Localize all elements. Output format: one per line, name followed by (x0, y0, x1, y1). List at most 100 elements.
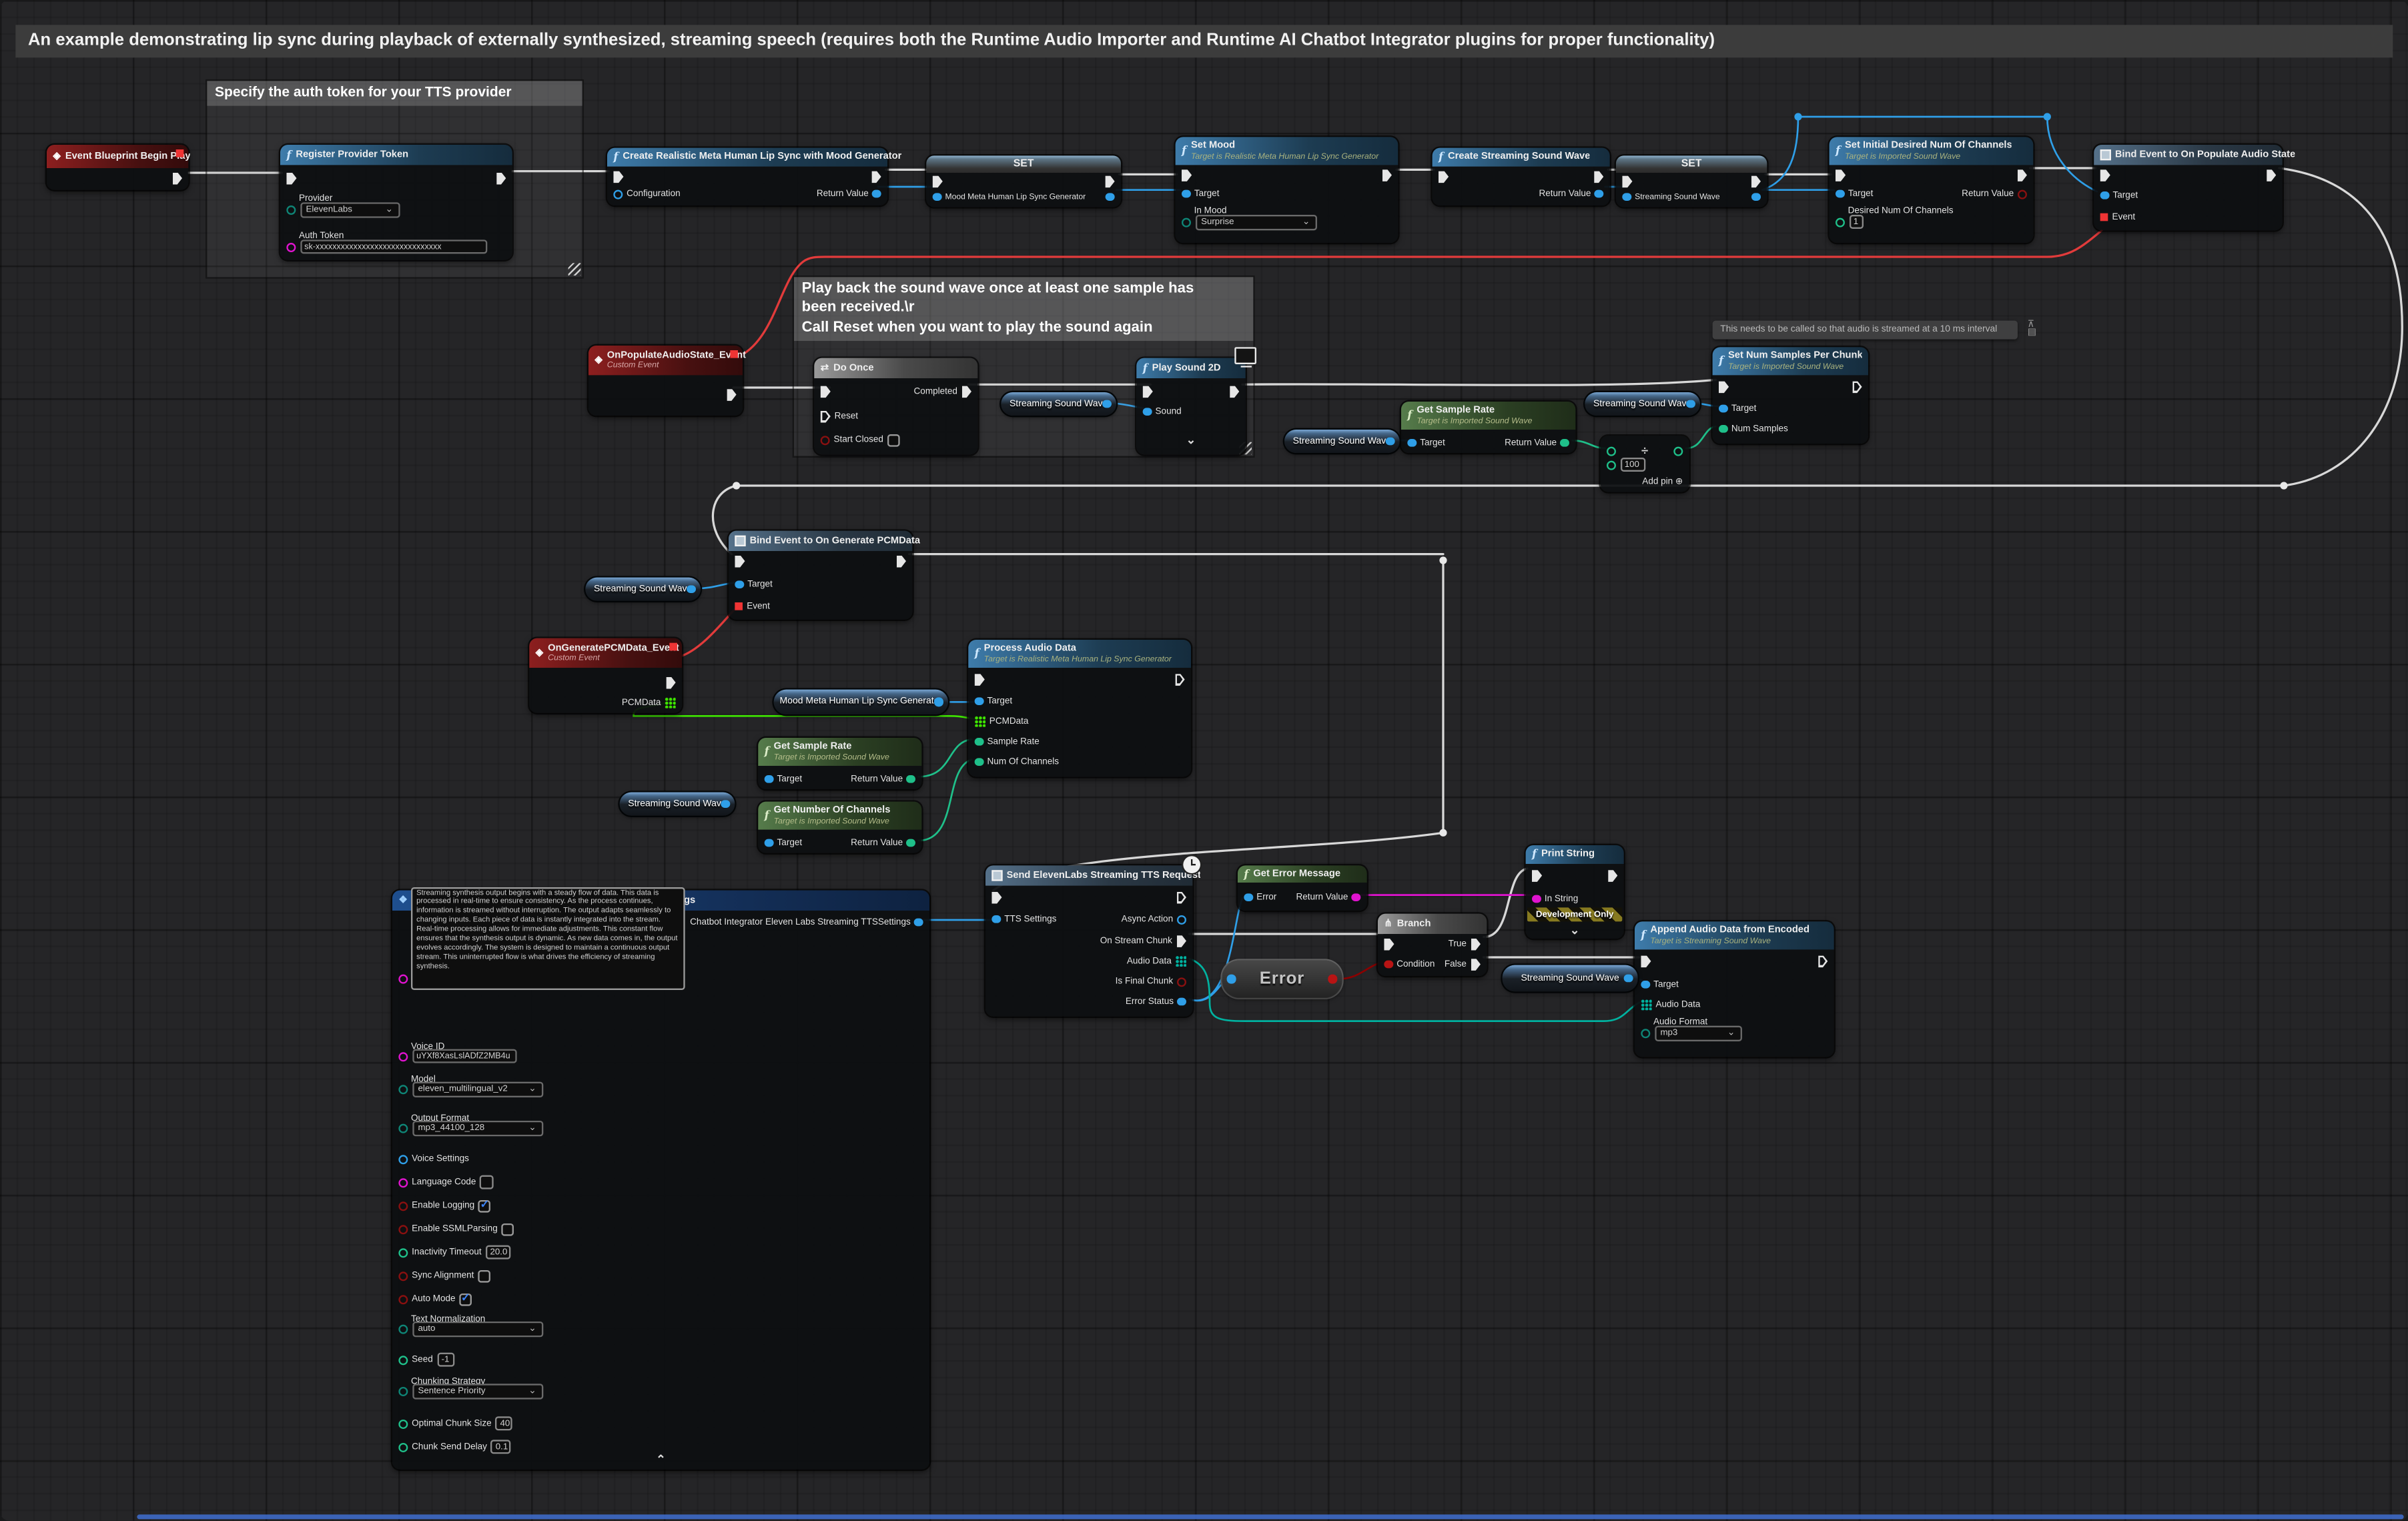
pin-objF[interactable] (1143, 408, 1152, 416)
pill-ssw-f[interactable]: Streaming Sound Wave (1503, 965, 1638, 992)
pin-execF[interactable] (1439, 170, 1449, 183)
pin-boolH[interactable] (398, 1201, 408, 1210)
expand-collapse-chevron[interactable]: ⌄ (1136, 436, 1245, 445)
pin-boolF[interactable] (1328, 975, 1337, 983)
pin-objF[interactable] (1386, 437, 1395, 446)
pin-execF[interactable] (1593, 170, 1603, 183)
node-header[interactable]: fGet Sample RateTarget is Imported Sound… (758, 738, 921, 766)
pin-enumH[interactable] (286, 205, 296, 214)
pin-strH[interactable] (398, 973, 408, 983)
pin-numF[interactable] (907, 775, 915, 783)
node-header[interactable]: fSet Num Samples Per ChunkTarget is Impo… (1713, 347, 1868, 375)
on-populate-audio-state-event-node[interactable]: ◈OnPopulateAudioState_EventCustom Event (588, 346, 743, 416)
pill-mood-generator[interactable]: Mood Meta Human Lip Sync Generator (774, 690, 948, 714)
pin-execF[interactable] (1607, 869, 1617, 882)
value-box[interactable]: -1 (437, 1353, 454, 1367)
node-header[interactable]: fGet Sample RateTarget is Imported Sound… (1401, 402, 1575, 430)
pin-execF[interactable] (2017, 169, 2027, 181)
pin-execF[interactable] (665, 676, 675, 689)
pill-ssw-c[interactable]: Streaming Sound Wave (1001, 392, 1116, 416)
pin-boolH[interactable] (398, 1271, 408, 1280)
pin-execF[interactable] (726, 388, 736, 401)
pin-delF[interactable] (735, 602, 743, 610)
pin-execF[interactable] (1751, 175, 1761, 187)
pin-execF[interactable] (1182, 169, 1192, 181)
pin-numH[interactable] (398, 1355, 408, 1364)
delegate-pin[interactable] (730, 350, 738, 358)
pin-objF[interactable] (1836, 189, 1844, 198)
value-box[interactable]: 100 (1620, 458, 1645, 472)
pin-objF[interactable] (721, 800, 730, 809)
note-interval[interactable]: This needs to be called so that audio is… (1713, 321, 2018, 340)
pin-objH[interactable] (398, 1154, 408, 1163)
pin-execF[interactable] (961, 385, 971, 398)
get-error-message-node[interactable]: fGet Error MessageErrorReturn Value (1238, 865, 1367, 911)
node-header[interactable]: fProcess Audio DataTarget is Realistic M… (968, 640, 1191, 668)
pin-objF[interactable] (2100, 191, 2109, 199)
checkbox[interactable] (478, 1270, 490, 1282)
pin-boolH[interactable] (398, 1224, 408, 1233)
pin-execF[interactable] (1143, 385, 1153, 398)
value-box[interactable]: 20.0 (486, 1245, 510, 1259)
pin-execH[interactable] (1174, 673, 1184, 686)
pin-objF[interactable] (1622, 193, 1631, 201)
dropdown[interactable]: auto⌄ (412, 1321, 542, 1336)
get-sample-rate-2-node[interactable]: fGet Sample RateTarget is Imported Sound… (758, 738, 921, 789)
pin-gridT[interactable] (1641, 999, 1651, 1010)
node-header[interactable]: fGet Error Message (1238, 865, 1367, 883)
pin-execF[interactable] (735, 555, 745, 568)
node-header[interactable]: SET (1616, 155, 1767, 173)
pin-objF[interactable] (873, 189, 881, 198)
pin-execF[interactable] (2100, 169, 2110, 181)
pin-execH[interactable] (1176, 891, 1186, 904)
pin-boolH[interactable] (1177, 977, 1186, 986)
pin-boolF[interactable] (1384, 960, 1392, 969)
get-number-of-channels-node[interactable]: fGet Number Of ChannelsTarget is Importe… (758, 802, 921, 853)
pin-execF[interactable] (991, 891, 1001, 904)
pin-numF[interactable] (975, 737, 983, 746)
pin-execF[interactable] (1471, 958, 1481, 971)
pin-objF[interactable] (1103, 400, 1112, 408)
pin-execF[interactable] (933, 175, 943, 187)
checkbox[interactable]: ✓ (459, 1293, 472, 1306)
get-sample-rate-1-node[interactable]: fGet Sample RateTarget is Imported Sound… (1401, 402, 1575, 453)
on-generate-pcmdata-event-node[interactable]: ◈OnGeneratePCMData_EventCustom EventPCMD… (529, 638, 682, 713)
event-begin-play-node[interactable]: ◈Event Blueprint Begin Play (47, 145, 188, 190)
node-header[interactable]: Send ElevenLabs Streaming TTS Request (985, 865, 1192, 885)
pin-execH[interactable] (821, 410, 831, 423)
text-input[interactable]: uYXf8XasLslADfZ2MB4u (412, 1049, 516, 1063)
pin-numH[interactable] (1607, 460, 1616, 469)
node-header[interactable]: Bind Event to On Generate PCMData (729, 531, 912, 551)
text-area[interactable]: Streaming synthesis output begins with a… (411, 887, 685, 989)
pin-enumH[interactable] (1641, 1028, 1650, 1037)
pin-boolH[interactable] (2018, 189, 2027, 198)
checkbox[interactable]: ✓ (478, 1199, 491, 1212)
pin-enumH[interactable] (398, 1386, 408, 1396)
node-header[interactable]: fPrint String (1526, 845, 1624, 864)
node-header[interactable]: fPlay Sound 2D (1136, 358, 1245, 378)
node-header[interactable]: fSet MoodTarget is Realistic Meta Human … (1176, 137, 1398, 165)
pin-numH[interactable] (1836, 217, 1845, 226)
value-box[interactable]: 40 (496, 1416, 513, 1430)
pill-ssw-b[interactable]: Streaming Sound Wave (1284, 430, 1400, 453)
pin-execF[interactable] (496, 172, 506, 185)
pin-objF[interactable] (735, 580, 743, 589)
pin-execF[interactable] (1622, 175, 1632, 187)
pin-strF[interactable] (1352, 893, 1360, 902)
append-audio-data-from-encoded-node[interactable]: fAppend Audio Data from EncodedTarget is… (1635, 921, 1834, 1057)
do-once-node[interactable]: ⇄Do OnceCompletedResetStart Closed (814, 358, 977, 455)
pin-boolH[interactable] (398, 1294, 408, 1304)
pin-execF[interactable] (896, 555, 906, 568)
pill-ssw-d[interactable]: Streaming Sound Wave (585, 578, 701, 601)
pin-numH[interactable] (398, 1247, 408, 1257)
register-provider-token-node[interactable]: fRegister Provider TokenProviderElevenLa… (280, 145, 512, 260)
pin-objF[interactable] (1178, 997, 1186, 1006)
dropdown[interactable]: Sentence Priority⌄ (412, 1383, 542, 1398)
branch-node[interactable]: ⋔BranchTrueConditionFalse (1378, 914, 1487, 976)
pin-execF[interactable] (1229, 385, 1239, 398)
pin-strH[interactable] (398, 1051, 408, 1061)
node-header[interactable]: fAppend Audio Data from EncodedTarget is… (1635, 921, 1834, 949)
value-box[interactable]: 0.1 (491, 1440, 511, 1454)
node-header[interactable]: fCreate Realistic Meta Human Lip Sync wi… (607, 148, 887, 167)
horizontal-scrollbar[interactable] (137, 1515, 2403, 1519)
